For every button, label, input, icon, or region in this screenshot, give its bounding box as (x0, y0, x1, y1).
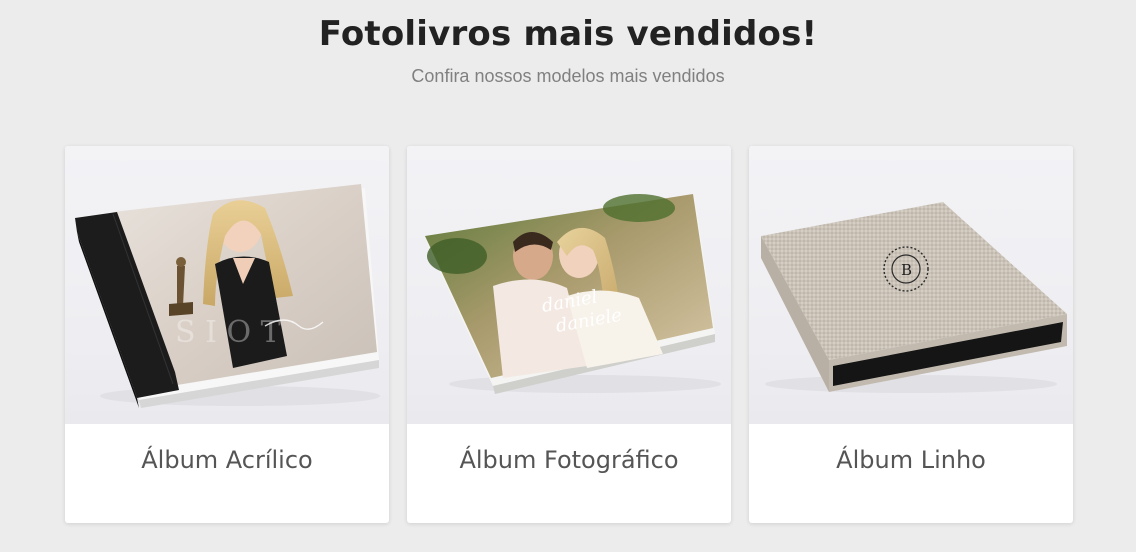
acrylic-album-image[interactable]: S I O T (65, 146, 389, 424)
svg-text:B: B (901, 261, 912, 279)
product-card-fotografico[interactable]: daniel daniele Álbum Fotográfico (407, 146, 731, 523)
section-subtitle: Confira nossos modelos mais vendidos (411, 66, 725, 86)
product-label-linho[interactable]: Álbum Linho (749, 446, 1073, 474)
photo-album-image[interactable]: daniel daniele (407, 146, 731, 424)
product-label-fotografico[interactable]: Álbum Fotográfico (407, 446, 731, 474)
section-title: Fotolivros mais vendidos! (318, 14, 818, 54)
product-label-acrilico[interactable]: Álbum Acrílico (65, 446, 389, 474)
product-card-linho[interactable]: B Álbum Linho (749, 146, 1073, 523)
svg-text:S I O T: S I O T (175, 315, 281, 350)
product-card-acrilico[interactable]: S I O T Álbum Acrílico (65, 146, 389, 523)
linen-album-image[interactable]: B (749, 146, 1073, 424)
